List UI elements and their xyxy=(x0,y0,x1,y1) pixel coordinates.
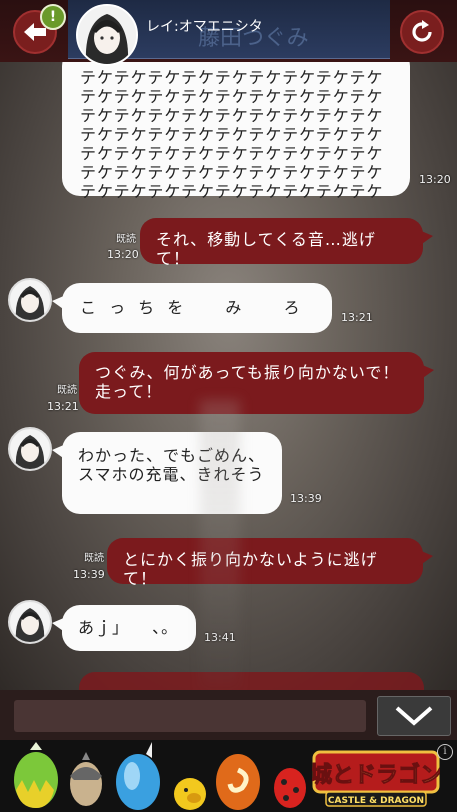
message-bubble: あｊ」 、。 xyxy=(52,605,196,651)
message-text: それ、移動してくる音…逃げて！ xyxy=(156,230,376,268)
profile-avatar xyxy=(76,4,138,66)
refresh-icon xyxy=(412,20,432,42)
message-bubble: とにかく振り向かないように逃げて！ xyxy=(107,538,433,588)
message-input-bar xyxy=(0,690,457,740)
ad-banner[interactable]: 城とドラゴン CASTLE & DRAGON i xyxy=(0,740,457,812)
message-text: こ っ ち を み ろ xyxy=(80,298,304,317)
message-text: あｊ」 、。 xyxy=(78,618,179,637)
svg-text:CASTLE & DRAGON: CASTLE & DRAGON xyxy=(328,796,424,806)
ad-info-icon[interactable]: i xyxy=(437,744,453,760)
scroll-down-button[interactable] xyxy=(377,696,451,736)
message-bubble-partial xyxy=(79,672,424,690)
chevron-down-icon xyxy=(395,706,433,726)
contact-name: レイ:オマエニシタ xyxy=(146,19,263,35)
message-text: テケテケテケテケテケテケテケテケテケテケテケテケテケテケテケテケテケテケテケテケ… xyxy=(80,68,384,201)
message-bubble: テケテケテケテケテケテケテケテケテケテケテケテケテケテケテケテケテケテケテケテケ… xyxy=(62,48,410,201)
message-text: とにかく振り向かないように逃げて！ xyxy=(123,550,378,588)
message-input[interactable] xyxy=(14,700,366,732)
read-receipt: 既読 xyxy=(57,385,77,396)
message-text: つぐみ、何があっても振り向かないで！走って！ xyxy=(95,363,400,401)
message-text: わかった、でもごめん、スマホの充電、きれそう xyxy=(78,446,266,484)
contact-avatar[interactable] xyxy=(8,600,52,644)
contact-avatar[interactable] xyxy=(8,278,52,322)
message-time: 13:39 xyxy=(73,568,105,581)
refresh-button[interactable] xyxy=(400,10,444,54)
message-bubble: わかった、でもごめん、スマホの充電、きれそう xyxy=(52,432,282,514)
contact-avatar[interactable] xyxy=(8,427,52,471)
read-receipt: 既読 xyxy=(116,234,136,245)
message-bubble: つぐみ、何があっても振り向かないで！走って！ xyxy=(79,352,434,414)
message-time: 13:20 xyxy=(419,173,451,186)
message-time: 13:21 xyxy=(341,311,373,324)
svg-text:城とドラゴン: 城とドラゴン xyxy=(312,762,440,788)
monster-eggs-image xyxy=(14,742,306,810)
notification-badge: ! xyxy=(40,4,66,30)
message-bubble: こ っ ち を み ろ xyxy=(52,283,332,333)
read-receipt: 既読 xyxy=(84,553,104,564)
castle-and-dragon-logo: 城とドラゴン CASTLE & DRAGON xyxy=(309,746,443,808)
message-time: 13:21 xyxy=(47,400,79,413)
message-time: 13:39 xyxy=(290,492,322,505)
contact-profile[interactable]: 藤田つぐみ レイ:オマエニシタ xyxy=(68,0,390,66)
message-time: 13:41 xyxy=(204,631,236,644)
message-bubble: それ、移動してくる音…逃げて！ xyxy=(140,218,433,268)
chat-area[interactable]: テケテケテケテケテケテケテケテケテケテケテケテケテケテケテケテケテケテケテケテケ… xyxy=(0,0,457,690)
header-bar: 藤田つぐみ レイ:オマエニシタ ! xyxy=(0,0,457,66)
message-time: 13:20 xyxy=(107,248,139,261)
